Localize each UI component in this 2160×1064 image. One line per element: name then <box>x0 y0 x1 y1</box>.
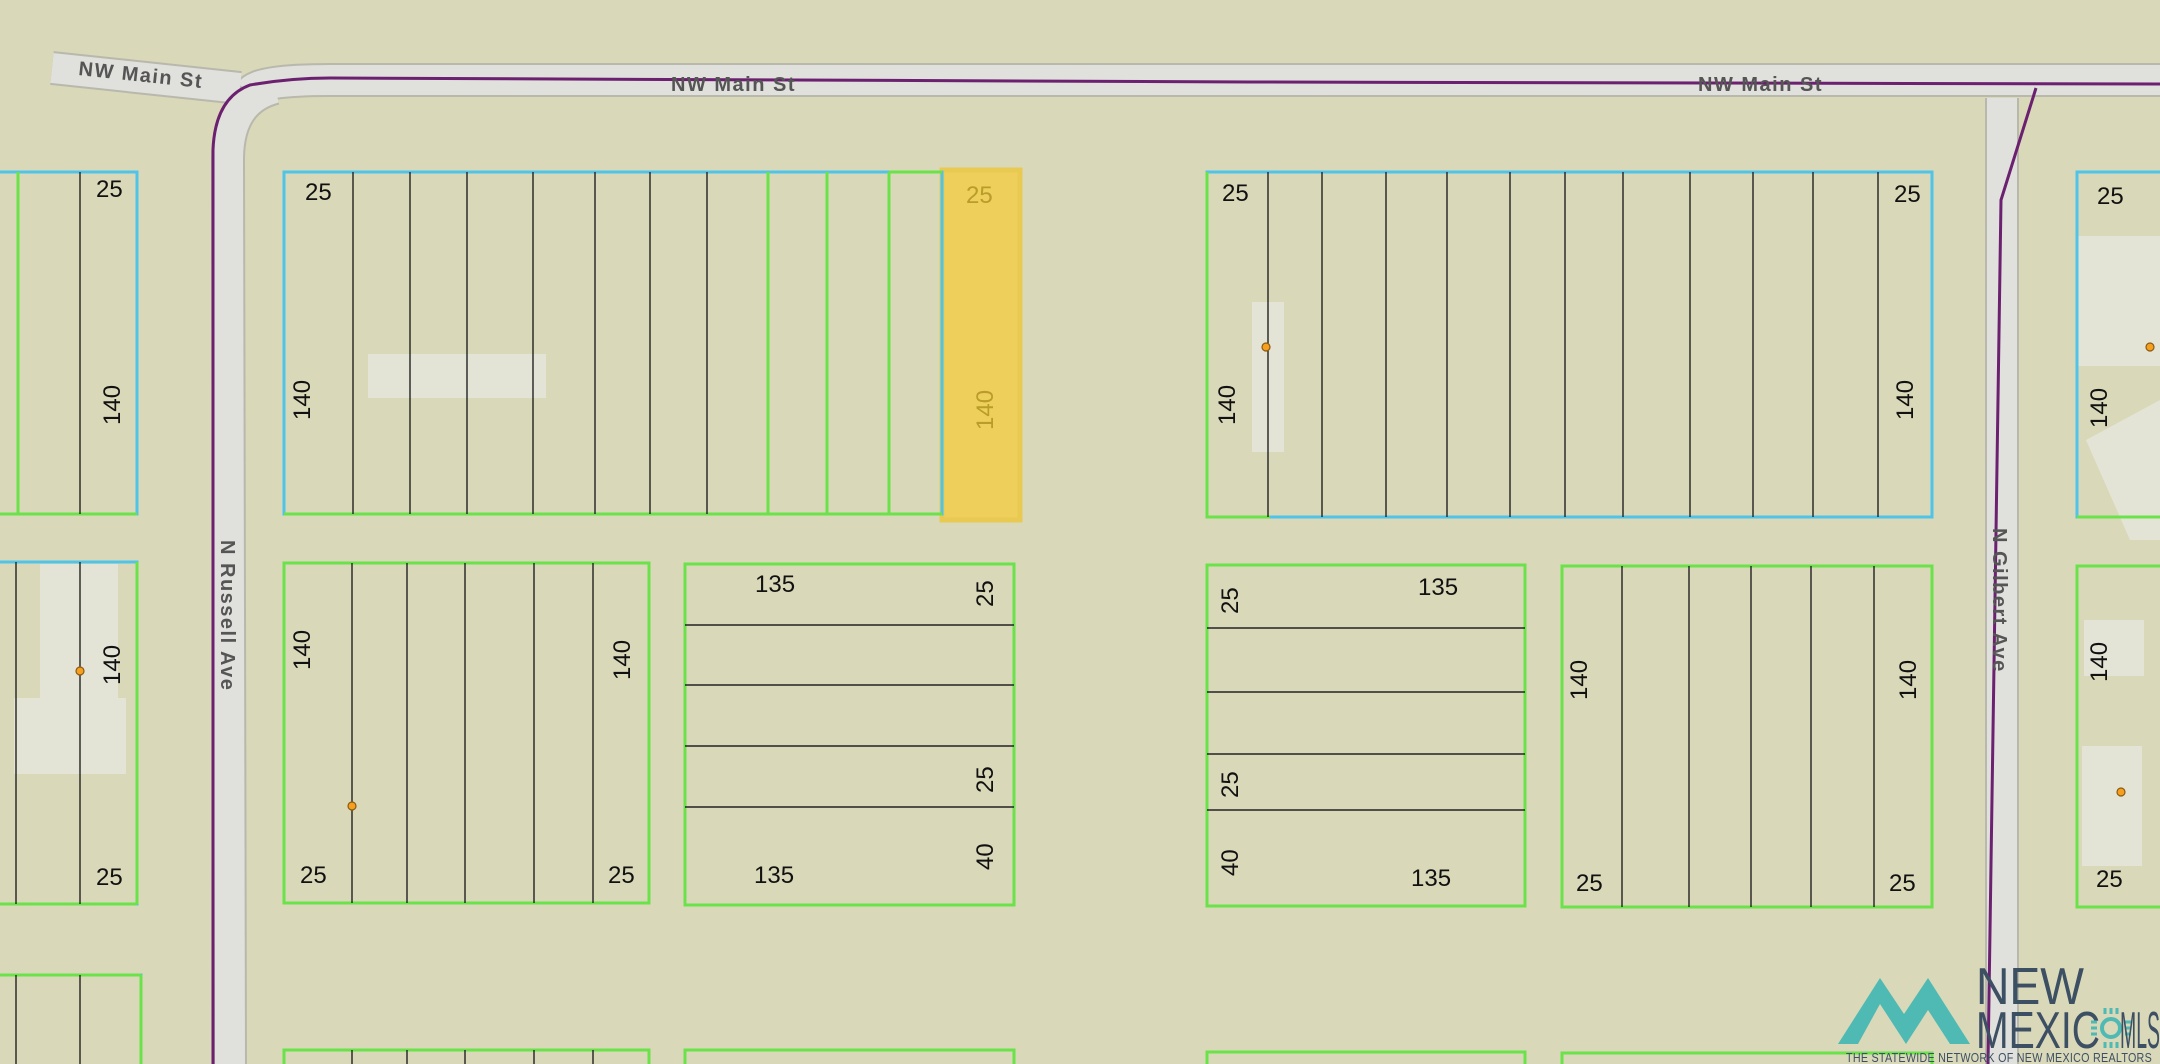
dim-label: 25 <box>305 179 332 206</box>
dim-label-selected: 140 <box>972 390 999 430</box>
dim-label: 25 <box>1222 180 1249 207</box>
marker-dot <box>2116 787 2126 797</box>
dim-label: 25 <box>2097 183 2124 210</box>
marker-dot <box>347 801 357 811</box>
street-label-nw-main-right: NW Main St <box>1698 74 1823 96</box>
street-label-gilbert: N Gilbert Ave <box>1988 528 2010 673</box>
dim-label: 25 <box>300 862 327 889</box>
building <box>368 354 546 398</box>
dim-label: 25 <box>1576 870 1603 897</box>
dim-label: 40 <box>1217 849 1244 876</box>
marker-dot <box>75 666 85 676</box>
dim-label: 140 <box>1566 660 1593 700</box>
dim-label: 25 <box>972 766 999 793</box>
dim-label: 40 <box>972 843 999 870</box>
parcel-map[interactable]: NW Main St NW Main St NW Main St N Russe… <box>0 0 2160 1064</box>
marker-dot <box>1261 342 1271 352</box>
dim-label: 25 <box>972 580 999 607</box>
selected-parcel[interactable] <box>939 167 1023 523</box>
dim-label: 135 <box>1411 865 1451 892</box>
building <box>40 564 118 710</box>
building <box>2082 746 2142 866</box>
dim-label: 140 <box>1892 380 1919 420</box>
dim-label: 140 <box>99 645 126 685</box>
street-label-nw-main-center: NW Main St <box>671 74 796 96</box>
dim-label-selected: 25 <box>966 182 993 209</box>
dim-label: 25 <box>1217 771 1244 798</box>
dim-label: 140 <box>289 630 316 670</box>
dim-label: 140 <box>99 385 126 425</box>
dim-label: 140 <box>2086 642 2113 682</box>
logo-tagline: THE STATEWIDE NETWORK OF NEW MEXICO REAL… <box>1846 1051 2152 1064</box>
dim-label: 25 <box>1894 181 1921 208</box>
dim-label: 140 <box>1214 385 1241 425</box>
dim-label: 25 <box>96 864 123 891</box>
dim-label: 135 <box>755 571 795 598</box>
dim-label: 25 <box>1889 870 1916 897</box>
dim-label: 25 <box>2096 866 2123 893</box>
dim-label: 25 <box>96 176 123 203</box>
dim-label: 135 <box>1418 574 1458 601</box>
dim-label: 140 <box>2086 388 2113 428</box>
dim-label: 25 <box>1217 587 1244 614</box>
dim-label: 135 <box>754 862 794 889</box>
marker-dot <box>2145 342 2155 352</box>
building <box>14 698 126 774</box>
dim-label: 140 <box>609 640 636 680</box>
dim-label: 140 <box>289 380 316 420</box>
street-label-russell: N Russell Ave <box>216 540 238 691</box>
dim-label: 25 <box>608 862 635 889</box>
dim-label: 140 <box>1895 660 1922 700</box>
